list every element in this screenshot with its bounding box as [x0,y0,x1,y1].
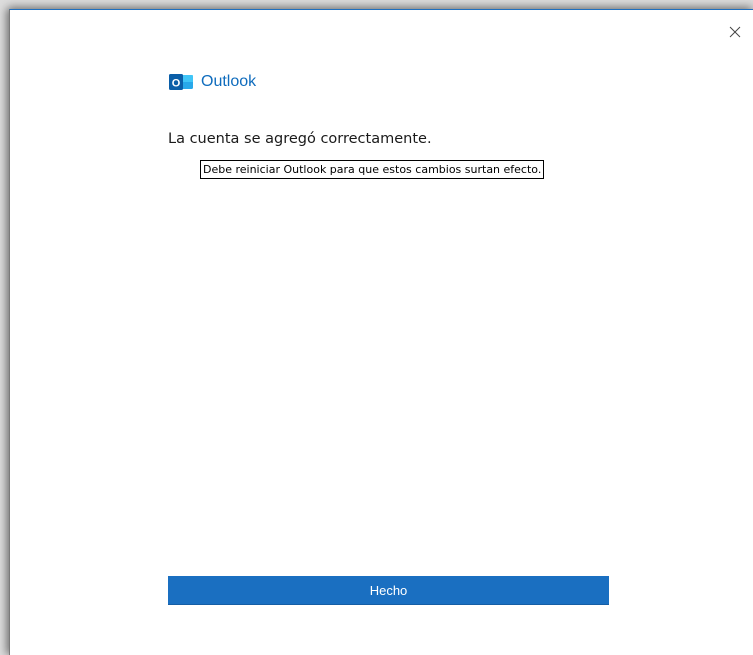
outlook-brand: O Outlook [168,72,256,92]
success-headline: La cuenta se agregó correctamente. [168,131,432,147]
close-icon [729,26,741,38]
outlook-logo-icon: O [169,74,193,90]
outlook-logo-letter: O [172,78,181,90]
account-added-dialog: O Outlook La cuenta se agregó correctame… [9,9,753,655]
restart-note: Debe reiniciar Outlook para que estos ca… [200,160,545,179]
done-button[interactable]: Hecho [168,576,609,605]
close-button[interactable] [721,18,749,46]
brand-name: Outlook [201,73,257,90]
